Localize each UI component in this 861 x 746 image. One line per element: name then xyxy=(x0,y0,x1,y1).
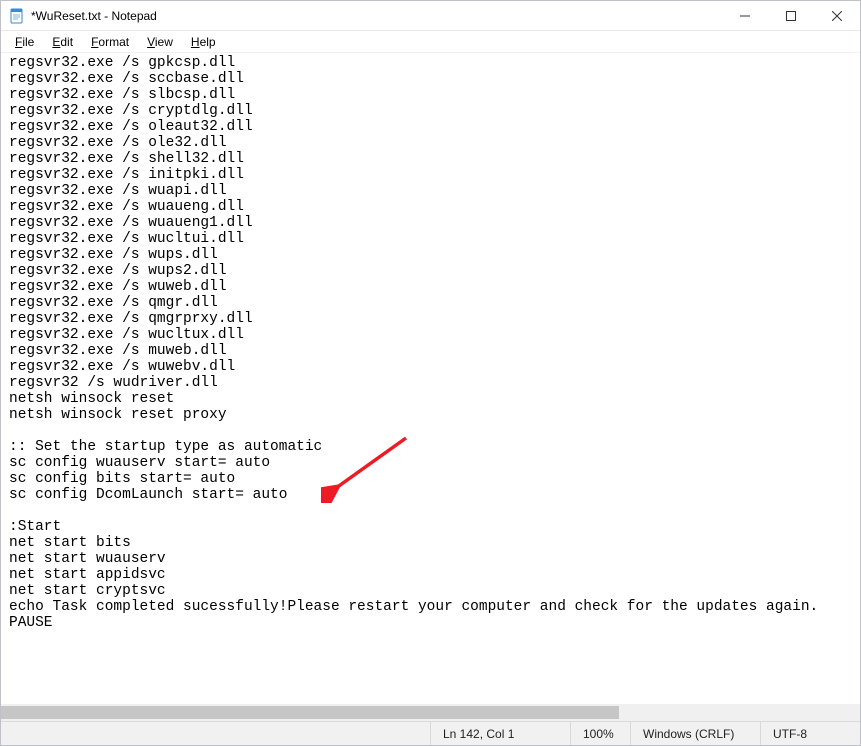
close-button[interactable] xyxy=(814,1,860,30)
menu-help[interactable]: Help xyxy=(183,33,224,51)
titlebar[interactable]: *WuReset.txt - Notepad xyxy=(1,1,860,31)
notepad-app-icon xyxy=(9,8,25,24)
menu-file[interactable]: File xyxy=(7,33,42,51)
minimize-button[interactable] xyxy=(722,1,768,30)
status-line-ending: Windows (CRLF) xyxy=(630,722,760,745)
maximize-button[interactable] xyxy=(768,1,814,30)
status-zoom: 100% xyxy=(570,722,630,745)
statusbar: Ln 142, Col 1 100% Windows (CRLF) UTF-8 xyxy=(1,721,860,745)
editor-area: regsvr32.exe /s gpkcsp.dll regsvr32.exe … xyxy=(1,53,860,721)
notepad-window: *WuReset.txt - Notepad File Edit Format … xyxy=(0,0,861,746)
menu-format[interactable]: Format xyxy=(83,33,137,51)
window-title: *WuReset.txt - Notepad xyxy=(31,9,722,23)
status-cursor-position: Ln 142, Col 1 xyxy=(430,722,570,745)
menubar: File Edit Format View Help xyxy=(1,31,860,53)
menu-view[interactable]: View xyxy=(139,33,181,51)
menu-edit[interactable]: Edit xyxy=(44,33,81,51)
window-controls xyxy=(722,1,860,30)
scrollbar-thumb[interactable] xyxy=(1,706,619,719)
scrollbar-track[interactable] xyxy=(1,704,860,721)
horizontal-scrollbar[interactable] xyxy=(1,704,860,721)
text-editor[interactable]: regsvr32.exe /s gpkcsp.dll regsvr32.exe … xyxy=(1,53,860,704)
status-spacer xyxy=(1,722,430,745)
status-encoding: UTF-8 xyxy=(760,722,860,745)
